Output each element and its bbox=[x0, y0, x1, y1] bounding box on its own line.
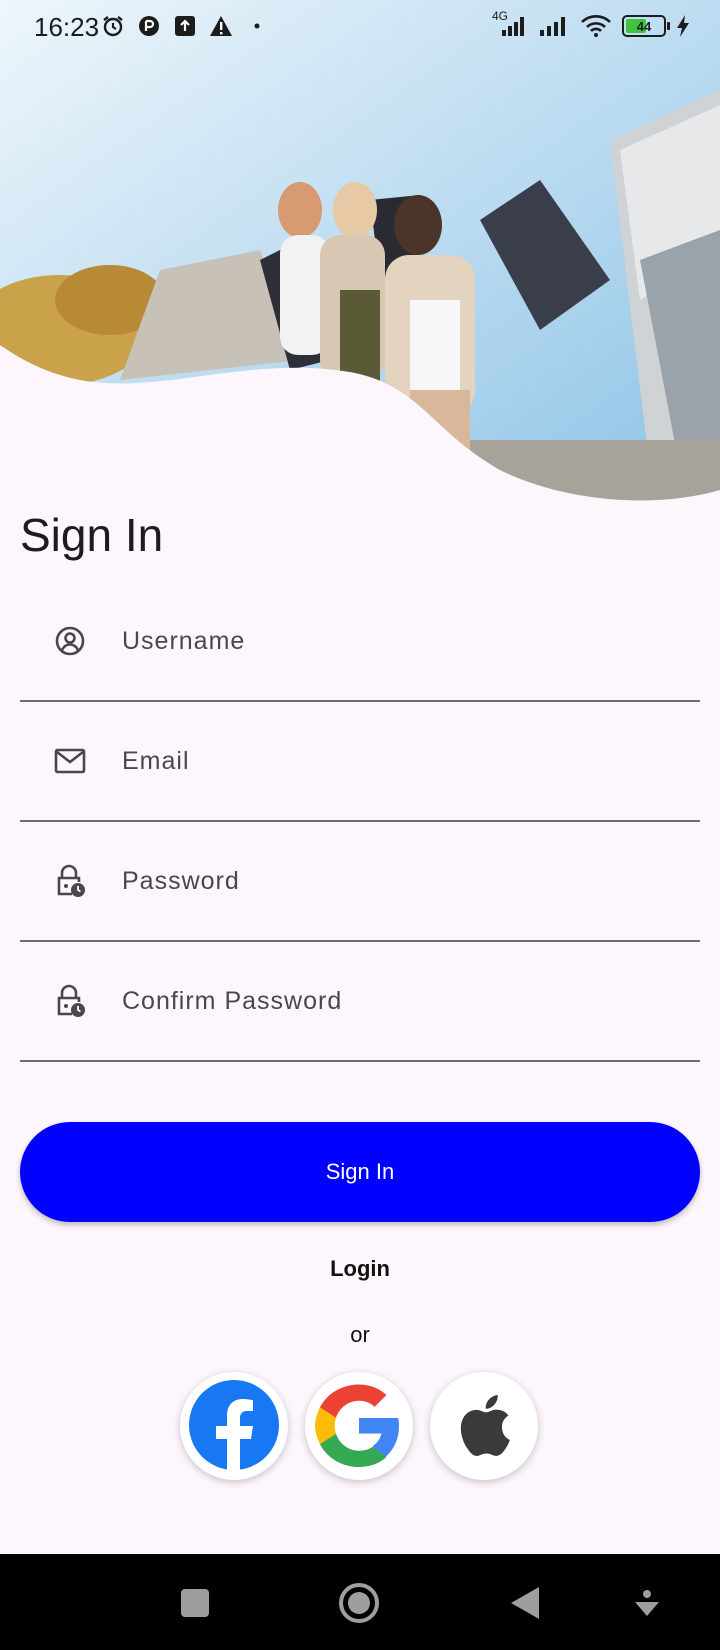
triangle-back-icon bbox=[511, 1587, 539, 1619]
google-icon bbox=[311, 1377, 407, 1476]
status-left-icons bbox=[100, 13, 270, 39]
home-button[interactable] bbox=[338, 1582, 380, 1624]
hide-keyboard-button[interactable] bbox=[626, 1582, 668, 1624]
confirm-password-field[interactable] bbox=[20, 942, 700, 1062]
circle-icon bbox=[339, 1583, 379, 1623]
system-navigation-bar bbox=[0, 1554, 720, 1650]
or-divider-text: or bbox=[350, 1322, 370, 1347]
upload-icon bbox=[172, 13, 198, 39]
login-link[interactable]: Login bbox=[0, 1256, 720, 1282]
account-circle-icon bbox=[52, 623, 88, 659]
signal-4g-icon: 4G bbox=[488, 9, 528, 39]
username-input[interactable] bbox=[122, 626, 642, 656]
hero-image bbox=[0, 0, 720, 510]
social-login-row bbox=[180, 1372, 540, 1480]
app-notification-icon bbox=[136, 13, 162, 39]
warning-icon bbox=[208, 13, 234, 39]
alarm-icon bbox=[100, 13, 126, 39]
signal-icon bbox=[538, 13, 570, 39]
battery-icon: 44 bbox=[622, 15, 670, 37]
square-icon bbox=[181, 1589, 209, 1617]
page-title: Sign In bbox=[20, 509, 164, 561]
apple-icon bbox=[454, 1392, 514, 1461]
username-field[interactable] bbox=[20, 582, 700, 702]
apple-login-button[interactable] bbox=[430, 1372, 538, 1480]
battery-level: 44 bbox=[636, 18, 652, 34]
charging-icon bbox=[676, 13, 690, 39]
google-login-button[interactable] bbox=[305, 1372, 413, 1480]
password-input[interactable] bbox=[122, 866, 642, 896]
status-bar: 16:23 4G 44 bbox=[0, 0, 720, 56]
facebook-icon bbox=[188, 1379, 280, 1474]
status-time: 16:23 bbox=[34, 12, 100, 42]
email-input[interactable] bbox=[122, 746, 642, 776]
sign-in-button[interactable]: Sign In bbox=[20, 1122, 700, 1222]
dot-icon bbox=[244, 13, 270, 39]
network-label: 4G bbox=[492, 9, 509, 23]
lock-clock-icon bbox=[52, 983, 88, 1019]
confirm-password-input[interactable] bbox=[122, 986, 642, 1016]
password-field[interactable] bbox=[20, 822, 700, 942]
back-button[interactable] bbox=[504, 1582, 546, 1624]
facebook-login-button[interactable] bbox=[180, 1372, 288, 1480]
recents-button[interactable] bbox=[174, 1582, 216, 1624]
mail-icon bbox=[52, 743, 88, 779]
wifi-icon bbox=[580, 13, 612, 39]
arrow-down-icon bbox=[635, 1590, 659, 1616]
status-right-icons: 4G 44 bbox=[488, 9, 690, 39]
lock-clock-icon bbox=[52, 863, 88, 899]
email-field[interactable] bbox=[20, 702, 700, 822]
